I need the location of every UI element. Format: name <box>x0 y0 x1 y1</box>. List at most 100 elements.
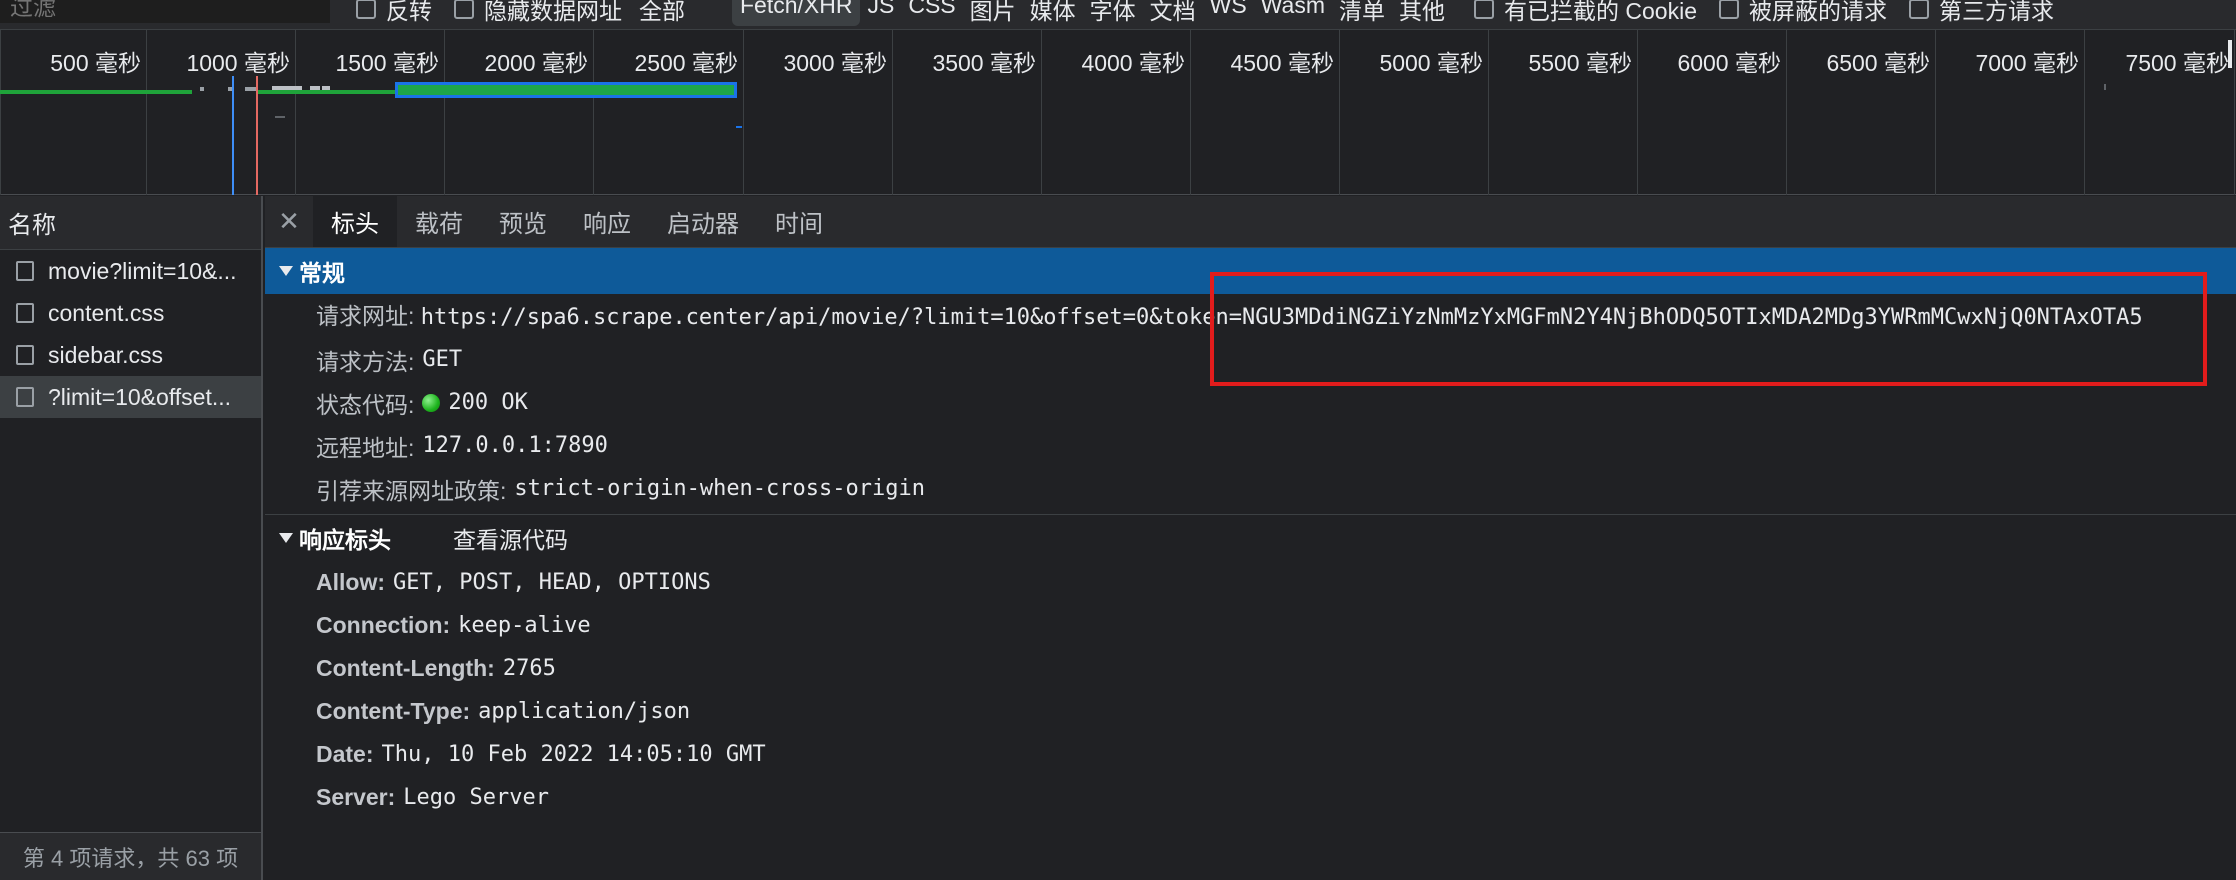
filter-input[interactable] <box>0 0 330 23</box>
response-headers-section-header[interactable]: 响应标头 查看源代码 <box>265 515 2236 561</box>
request-type-icon <box>16 387 34 407</box>
timeline-bar <box>256 90 396 94</box>
status-ok-icon <box>422 393 441 412</box>
filter-bar: 反转 隐藏数据网址 全部 Fetch/XHRJSCSS图片媒体字体文档WSWasm… <box>0 0 2236 30</box>
close-icon[interactable]: ✕ <box>265 196 313 247</box>
checkbox-box[interactable] <box>1908 0 1929 19</box>
type-filter-7[interactable]: 文档 <box>1143 0 1203 26</box>
general-section-header[interactable]: 常规 <box>265 248 2236 294</box>
timeline-tick-label: 5000 毫秒 <box>1379 50 1483 76</box>
timeline-tick-line <box>1339 30 1340 195</box>
blocked-requests-checkbox[interactable]: 被屏蔽的请求 <box>1718 0 1887 26</box>
response-header-value: GET, POST, HEAD, OPTIONS <box>393 570 711 595</box>
request-method-label: 请求方法: <box>316 348 415 375</box>
timeline-tick-line <box>2084 30 2085 195</box>
timeline-bar <box>180 90 192 94</box>
response-header-key: Connection: <box>316 612 451 638</box>
request-list: movie?limit=10&... content.css sidebar.css… <box>0 250 261 418</box>
request-name: movie?limit=10&... <box>48 257 237 284</box>
response-header-row: Connection: keep-alive <box>265 604 2236 647</box>
type-filter-6[interactable]: 字体 <box>1083 0 1143 26</box>
request-type-icon <box>16 345 34 365</box>
timeline-tick-line <box>1488 30 1489 195</box>
request-row[interactable]: sidebar.css <box>0 334 261 376</box>
response-header-key: Content-Type: <box>316 698 471 724</box>
request-url-value: https://spa6.scrape.center/api/movie/?li… <box>420 305 2143 330</box>
timeline-bar <box>200 87 204 91</box>
blocked-cookies-label: 有已拦截的 Cookie <box>1504 0 1697 24</box>
request-url-row: 请求网址: https://spa6.scrape.center/api/mov… <box>265 294 2236 338</box>
timeline-tick-line <box>444 30 445 195</box>
timeline-scroll-handle[interactable] <box>2228 40 2232 68</box>
timeline-bar <box>736 126 742 128</box>
response-header-value: keep-alive <box>458 613 591 638</box>
timeline-tick-line <box>593 30 594 195</box>
remote-address-label: 远程地址: <box>316 434 415 461</box>
response-headers-title: 响应标头 <box>299 527 391 553</box>
response-header-key: Content-Length: <box>316 655 495 681</box>
response-header-key: Date: <box>316 741 374 767</box>
request-method-row: 请求方法: GET <box>265 338 2236 381</box>
response-header-value: 2765 <box>502 656 556 681</box>
timeline-tick-line <box>1786 30 1787 195</box>
load-marker <box>256 76 258 195</box>
type-filter-5[interactable]: 媒体 <box>1023 0 1083 26</box>
type-filter-10[interactable]: 清单 <box>1332 0 1392 26</box>
type-filter-0[interactable]: 全部 <box>632 0 692 26</box>
hide-data-urls-checkbox[interactable]: 隐藏数据网址 <box>454 0 622 26</box>
type-filter-4[interactable]: 图片 <box>963 0 1023 26</box>
tab-1[interactable]: 载荷 <box>397 196 481 247</box>
tab-0[interactable]: 标头 <box>313 196 397 247</box>
request-name: ?limit=10&offset... <box>48 383 232 410</box>
remote-address-value: 127.0.0.1:7890 <box>422 433 608 458</box>
response-header-row: Allow: GET, POST, HEAD, OPTIONS <box>265 561 2236 604</box>
invert-checkbox[interactable]: 反转 <box>356 0 432 26</box>
type-filter-2[interactable]: JS <box>860 0 901 26</box>
third-party-label: 第三方请求 <box>1938 0 2054 24</box>
timeline-bar <box>2104 84 2106 90</box>
remote-address-row: 远程地址: 127.0.0.1:7890 <box>265 424 2236 467</box>
view-source-link[interactable]: 查看源代码 <box>453 521 568 555</box>
network-timeline-overview[interactable]: 500 毫秒 1000 毫秒 1500 毫秒 2000 毫秒 2500 毫秒 3000 毫… <box>0 30 2236 195</box>
checkbox-box[interactable] <box>1718 0 1739 19</box>
timeline-tick-label: 7500 毫秒 <box>2125 50 2229 76</box>
timeline-tick-line <box>295 30 296 195</box>
name-column-header[interactable]: 名称 <box>0 196 261 250</box>
timeline-bar <box>275 116 285 118</box>
checkbox-box[interactable] <box>454 0 474 19</box>
name-column-label: 名称 <box>8 212 56 239</box>
type-filter-1[interactable]: Fetch/XHR <box>732 0 861 26</box>
third-party-checkbox[interactable]: 第三方请求 <box>1908 0 2054 26</box>
timeline-tick-label: 6000 毫秒 <box>1677 50 1781 76</box>
timeline-tick-line <box>1041 30 1042 195</box>
checkbox-box[interactable] <box>1474 0 1494 19</box>
type-filter-9[interactable]: Wasm <box>1254 0 1332 26</box>
request-method-value: GET <box>422 347 463 372</box>
response-header-row: Date: Thu, 10 Feb 2022 14:05:10 GMT <box>265 733 2236 776</box>
dom-content-loaded-marker <box>232 76 234 195</box>
tab-3[interactable]: 响应 <box>565 196 649 247</box>
request-name: sidebar.css <box>48 341 164 368</box>
tab-5[interactable]: 时间 <box>757 196 841 247</box>
invert-label: 反转 <box>386 0 432 24</box>
request-row[interactable]: content.css <box>0 292 261 334</box>
tab-2[interactable]: 预览 <box>481 196 565 247</box>
blocked-cookies-checkbox[interactable]: 有已拦截的 Cookie <box>1474 0 1697 26</box>
status-code-value: 200 OK <box>448 390 528 415</box>
request-row[interactable]: movie?limit=10&... <box>0 250 261 292</box>
type-filter-8[interactable]: WS <box>1203 0 1254 26</box>
hide-data-urls-label: 隐藏数据网址 <box>484 0 622 24</box>
request-row[interactable]: ?limit=10&offset... <box>0 376 261 418</box>
referrer-policy-label: 引荐来源网址政策: <box>316 477 507 504</box>
timeline-tick-line <box>1190 30 1191 195</box>
response-header-key: Allow: <box>316 569 385 595</box>
checkbox-box[interactable] <box>356 0 376 19</box>
type-filter-11[interactable]: 其他 <box>1392 0 1452 26</box>
response-header-row: Content-Type: application/json <box>265 690 2236 733</box>
timeline-tick-label: 4500 毫秒 <box>1230 50 1334 76</box>
timeline-tick-line <box>1935 30 1936 195</box>
resource-type-filters: 全部 Fetch/XHR JS CSS 图片 媒体 字体 文档 WS Wasm 清单 其他 <box>632 0 1452 26</box>
type-filter-3[interactable]: CSS <box>901 0 962 26</box>
tab-4[interactable]: 启动器 <box>649 196 757 247</box>
timeline-bar <box>395 82 737 98</box>
